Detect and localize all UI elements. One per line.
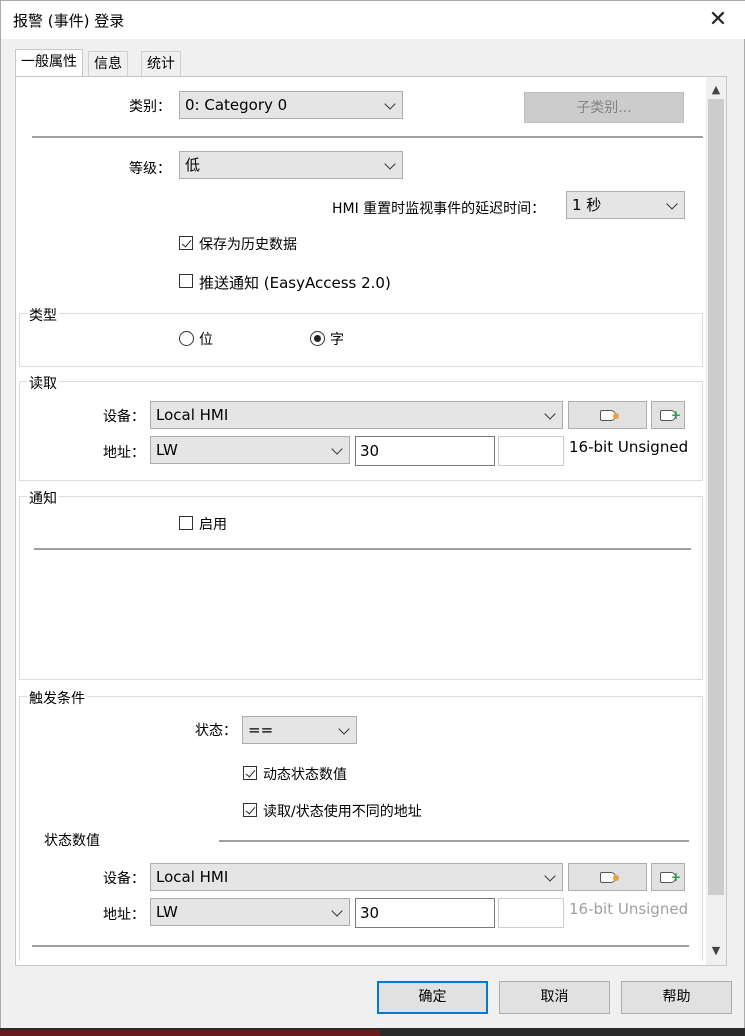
state-address-label: 地址： [103,907,145,923]
add-tag-icon: + [660,871,681,883]
bit-radio[interactable] [179,331,194,346]
ok-button[interactable]: 确定 [377,981,488,1014]
word-radio[interactable] [310,331,325,346]
state-value: == [248,721,274,739]
state-value-title: 状态数值 [44,833,100,849]
read-address-index-input[interactable] [498,436,564,466]
category-label: 类别： [129,99,171,115]
subcategory-button[interactable]: 子类别... [524,92,684,123]
dialog-title: 报警 (事件) 登录 [13,12,125,30]
type-group-title: 类型 [27,305,59,325]
divider [219,840,689,842]
state-address-index-input[interactable] [498,898,564,928]
chevron-down-icon [331,443,343,455]
divider [34,548,691,550]
state-address-value: 30 [360,904,380,922]
push-notification-checkbox[interactable] [179,274,193,288]
delay-value: 1 秒 [572,196,602,214]
tab-label: 一般属性 [21,54,77,70]
state-label: 状态： [195,723,237,739]
enable-notify-checkbox[interactable] [179,516,193,530]
chevron-down-icon [338,723,350,735]
word-radio-label: 字 [330,332,344,348]
type-group [19,313,703,367]
state-device-select[interactable]: Local HMI [150,863,563,891]
read-address-input[interactable]: 30 [355,436,495,466]
different-address-checkbox[interactable] [243,803,257,817]
different-address-label: 读取/状态使用不同的地址 [263,804,422,820]
enable-notify-label: 启用 [199,517,227,533]
background-window-accent [0,1030,380,1036]
chevron-down-icon [384,98,396,110]
level-label: 等级： [129,161,171,177]
state-tag-button[interactable] [568,863,647,891]
save-history-checkbox[interactable] [179,236,193,250]
notify-group-title: 通知 [27,488,59,508]
scroll-up-icon[interactable]: ▲ [706,83,726,96]
read-add-tag-button[interactable]: + [651,401,685,429]
state-address-type-value: LW [156,903,178,921]
tab-general[interactable]: 一般属性 [15,49,83,79]
divider [32,945,689,947]
alarm-dialog: 报警 (事件) 登录 ✕ 一般属性 信息 统计 ▲ ▼ 类别： 0: Categ… [0,0,745,1036]
level-select[interactable]: 低 [179,151,403,179]
dynamic-state-checkbox[interactable] [243,766,257,780]
state-device-value: Local HMI [156,868,229,886]
bit-radio-label: 位 [199,332,213,348]
add-tag-icon: + [660,409,681,421]
read-group-title: 读取 [27,373,59,393]
state-select[interactable]: == [242,716,357,744]
tab-label: 统计 [147,56,175,72]
read-device-label: 设备： [103,409,145,425]
close-icon[interactable]: ✕ [701,3,735,37]
read-address-type-select[interactable]: LW [150,436,350,464]
chevron-down-icon [544,870,556,882]
read-device-value: Local HMI [156,406,229,424]
state-add-tag-button[interactable]: + [651,863,685,891]
chevron-down-icon [666,198,678,210]
scrollbar-thumb[interactable] [708,99,724,895]
cancel-button[interactable]: 取消 [499,981,610,1014]
read-tag-button[interactable] [568,401,647,429]
chevron-down-icon [544,408,556,420]
chevron-down-icon [384,158,396,170]
help-button[interactable]: 帮助 [621,981,732,1014]
state-device-label: 设备： [103,871,145,887]
delay-select[interactable]: 1 秒 [566,191,685,219]
notify-group [19,496,703,680]
category-select[interactable]: 0: Category 0 [179,91,403,119]
divider [32,136,703,138]
state-address-type-select[interactable]: LW [150,898,350,926]
chevron-down-icon [331,905,343,917]
tab-label: 信息 [94,56,122,72]
tab-info[interactable]: 信息 [88,51,128,77]
level-value: 低 [185,156,201,174]
tab-stats[interactable]: 统计 [141,51,181,77]
read-device-select[interactable]: Local HMI [150,401,563,429]
save-history-label: 保存为历史数据 [199,237,297,253]
state-data-type: 16-bit Unsigned [569,900,689,918]
category-value: 0: Category 0 [185,96,288,114]
read-address-type-value: LW [156,441,178,459]
state-address-input[interactable]: 30 [355,898,495,928]
read-address-label: 地址： [103,445,145,461]
tag-icon [599,872,619,883]
title-bar: 报警 (事件) 登录 ✕ [1,1,745,39]
push-notification-label: 推送通知 (EasyAccess 2.0) [199,274,391,292]
trigger-group-title: 触发条件 [27,688,87,708]
dynamic-state-label: 动态状态数值 [263,767,347,783]
read-data-type: 16-bit Unsigned [569,438,689,456]
read-group [19,381,703,481]
tag-icon [599,410,619,421]
read-address-value: 30 [360,442,380,460]
delay-label: HMI 重置时监视事件的延迟时间： [332,201,546,217]
scroll-down-icon[interactable]: ▼ [706,944,726,957]
